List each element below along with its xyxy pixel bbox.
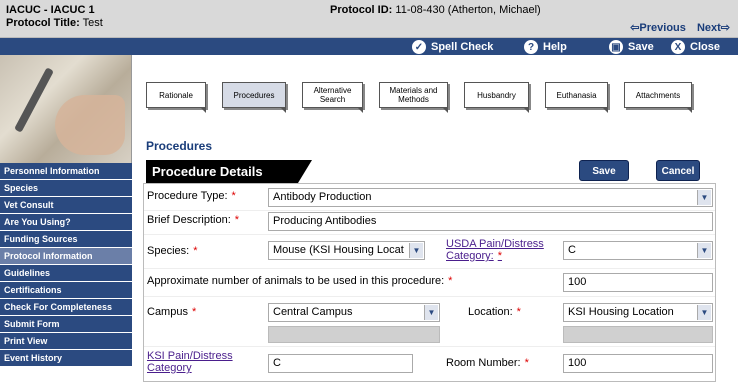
usda-category-select[interactable]: C ▼ — [563, 241, 713, 260]
tab-husbandry[interactable]: Husbandry — [464, 82, 529, 113]
chevron-down-icon: ▼ — [697, 243, 711, 258]
next-link[interactable]: Next⇨ — [697, 22, 730, 34]
divider — [144, 234, 715, 235]
sidebar-item-certifications[interactable]: Certifications — [0, 282, 132, 299]
cancel-button[interactable]: Cancel — [656, 160, 700, 181]
tab-procedures[interactable]: Procedures — [222, 82, 286, 113]
brief-description-input[interactable]: Producing Antibodies — [268, 212, 713, 231]
campus-placeholder — [268, 326, 440, 343]
ksi-category-input[interactable]: C — [268, 354, 413, 373]
chevron-down-icon: ▼ — [697, 190, 711, 205]
chevron-down-icon: ▼ — [697, 305, 711, 320]
divider — [144, 296, 715, 297]
location-placeholder — [563, 326, 713, 343]
disk-icon: ▣ — [608, 38, 624, 55]
brief-description-label: Brief Description: * — [147, 214, 240, 226]
species-label: Species: * — [147, 245, 198, 257]
sidebar-item-guidelines[interactable]: Guidelines — [0, 265, 132, 282]
usda-pain-category-link[interactable]: USDA Pain/Distress Category: * — [446, 238, 554, 262]
tab-alternative-search[interactable]: Alternative Search — [302, 82, 363, 113]
divider — [144, 346, 715, 347]
header-photo — [0, 55, 132, 163]
tab-euthanasia[interactable]: Euthanasia — [545, 82, 608, 113]
sidebar-item-event-history[interactable]: Event History — [0, 350, 132, 367]
section-heading: Procedures — [146, 139, 213, 153]
sidebar-item-submit[interactable]: Submit Form — [0, 316, 132, 333]
tab-attachments[interactable]: Attachments — [624, 82, 692, 113]
tab-rationale[interactable]: Rationale — [146, 82, 206, 113]
species-select[interactable]: Mouse (KSI Housing Locat ▼ — [268, 241, 425, 260]
procedure-details-banner: Procedure Details — [146, 160, 312, 183]
campus-label: Campus * — [147, 306, 197, 318]
check-icon: ✓ — [411, 38, 427, 55]
animal-count-input[interactable]: 100 — [563, 273, 713, 292]
sidebar-item-print[interactable]: Print View — [0, 333, 132, 350]
chevron-down-icon: ▼ — [424, 305, 438, 320]
location-select[interactable]: KSI Housing Location ▼ — [563, 303, 713, 322]
header-bar: IACUC - IACUC 1 Protocol Title: Test Pro… — [0, 0, 738, 38]
sidebar-item-are-you-using[interactable]: Are You Using? — [0, 214, 132, 231]
protocol-title: Protocol Title: Test — [6, 17, 103, 29]
tab-materials-methods[interactable]: Materials and Methods — [379, 82, 448, 113]
location-label: Location: * — [468, 306, 521, 318]
procedure-type-label: Procedure Type: * — [147, 190, 236, 202]
previous-link[interactable]: ⇦Previous — [630, 22, 686, 34]
close-icon: X — [670, 38, 686, 55]
campus-select[interactable]: Central Campus ▼ — [268, 303, 440, 322]
sidebar-item-personnel[interactable]: Personnel Information — [0, 163, 132, 180]
procedure-form: Procedure Type: * Antibody Production ▼ Br… — [143, 183, 716, 382]
chevron-down-icon: ▼ — [409, 243, 423, 258]
protocol-id: Protocol ID: 11-08-430 (Atherton, Michae… — [330, 4, 541, 16]
procedure-type-select[interactable]: Antibody Production ▼ — [268, 188, 713, 207]
save-button[interactable]: Save — [579, 160, 629, 181]
ksi-pain-category-link[interactable]: KSI Pain/Distress Category — [147, 350, 267, 374]
divider — [144, 210, 715, 211]
pager: ⇦Previous Next⇨ — [622, 21, 730, 34]
sidebar-item-vet-consult[interactable]: Vet Consult — [0, 197, 132, 214]
sidebar-item-protocol-info[interactable]: Protocol Information — [0, 248, 132, 265]
close-button[interactable]: X Close — [670, 38, 720, 55]
sidebar-nav: Personnel Information Species Vet Consul… — [0, 163, 132, 367]
divider — [144, 268, 715, 269]
spell-check-button[interactable]: ✓ Spell Check — [411, 38, 493, 55]
sidebar-item-species[interactable]: Species — [0, 180, 132, 197]
question-icon: ? — [523, 38, 539, 55]
pen-image — [14, 67, 54, 133]
room-number-input[interactable]: 100 — [563, 354, 713, 373]
sidebar-item-funding[interactable]: Funding Sources — [0, 231, 132, 248]
sidebar-item-completeness[interactable]: Check For Completeness — [0, 299, 132, 316]
save-top-button[interactable]: ▣ Save — [608, 38, 654, 55]
animal-count-label: Approximate number of animals to be used… — [147, 275, 453, 287]
app-title: IACUC - IACUC 1 — [6, 4, 95, 16]
hand-image — [55, 95, 125, 155]
help-button[interactable]: ? Help — [523, 38, 567, 55]
room-number-label: Room Number: * — [446, 357, 529, 369]
